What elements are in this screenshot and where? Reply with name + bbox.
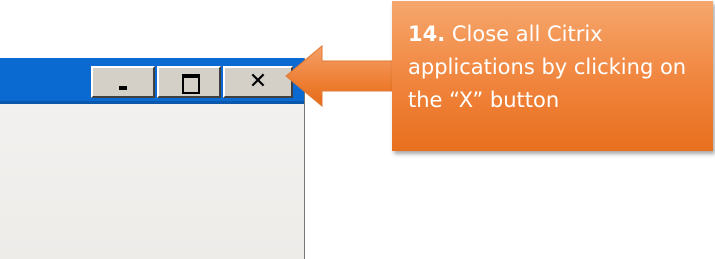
minimize-icon (119, 86, 127, 90)
instruction-text: Close all Citrix applications by clickin… (408, 22, 687, 112)
maximize-icon (182, 74, 200, 94)
close-icon: ✕ (248, 69, 268, 94)
window-content-area (0, 104, 304, 259)
window-titlebar[interactable]: ✕ (0, 58, 304, 104)
step-number: 14. (408, 22, 446, 46)
maximize-button[interactable] (157, 66, 221, 98)
instruction-callout: 14. Close all Citrix applications by cli… (392, 1, 713, 151)
minimize-button[interactable] (91, 66, 155, 98)
pointer-arrow-icon (285, 44, 394, 108)
close-button[interactable]: ✕ (223, 66, 293, 98)
citrix-application-window: ✕ (0, 58, 305, 259)
